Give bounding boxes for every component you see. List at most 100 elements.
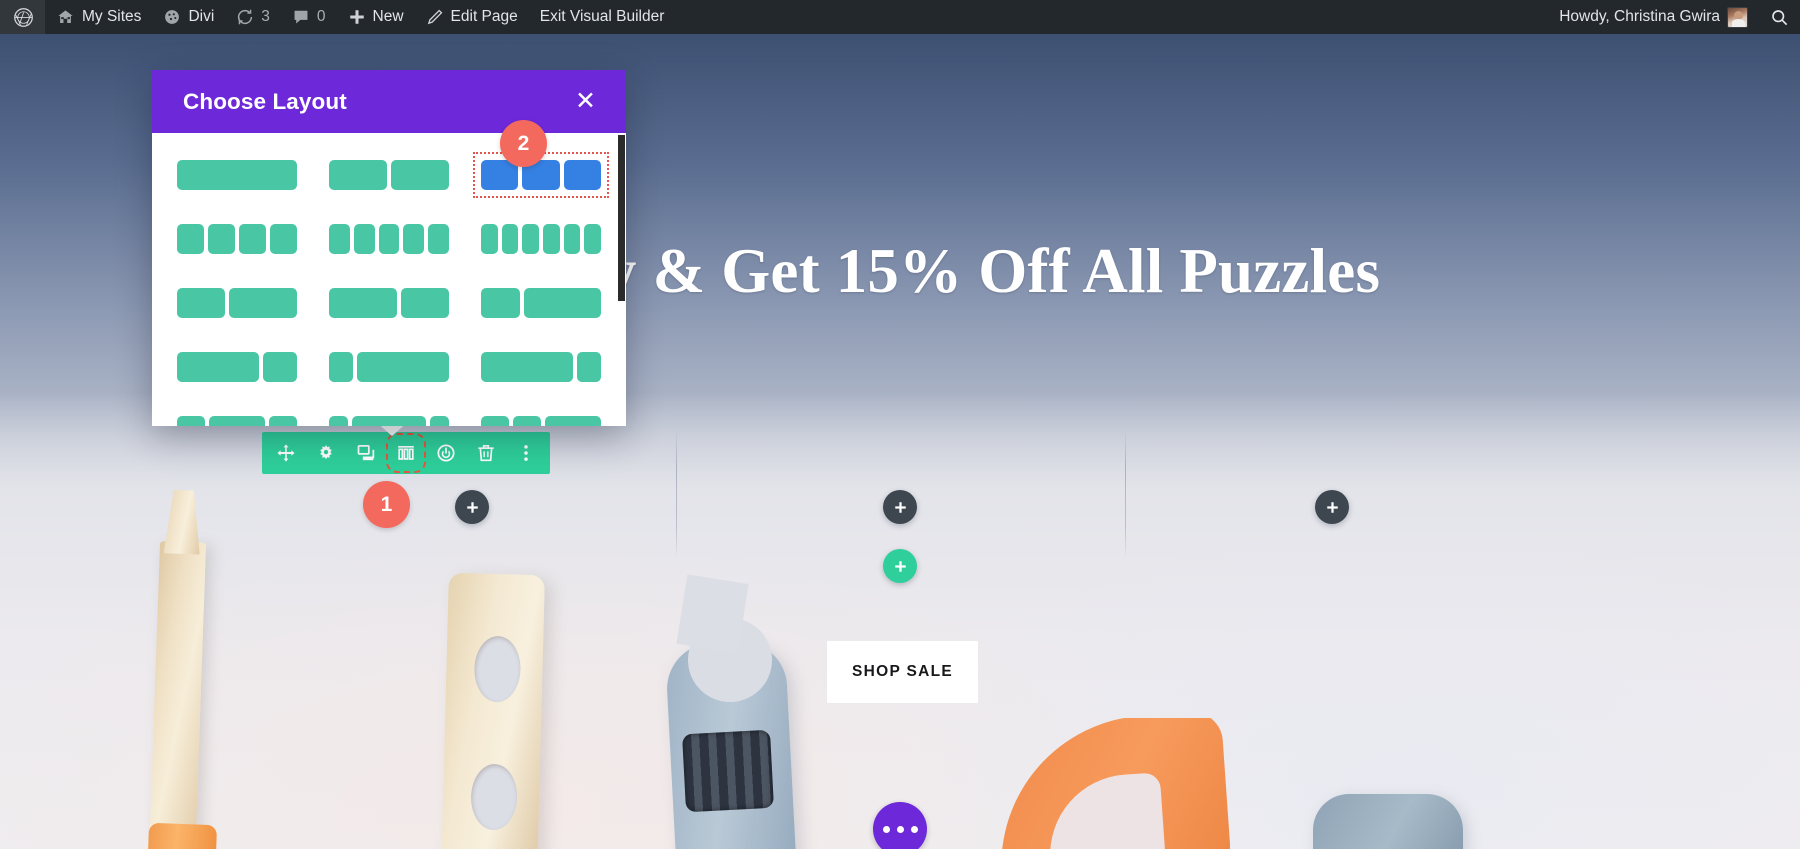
layout-cell — [269, 416, 297, 426]
layout-cell — [400, 288, 449, 318]
layout-option-6-col-equal[interactable] — [478, 221, 604, 257]
layout-cell — [177, 352, 260, 382]
layout-cell — [378, 224, 400, 254]
column-divider-rail — [676, 429, 677, 559]
more-options-icon[interactable] — [515, 442, 537, 464]
layout-option-2-col-4-1[interactable] — [478, 349, 604, 385]
photo-orange-tool — [1000, 718, 1230, 849]
adminbar-search-button[interactable] — [1759, 0, 1800, 34]
photo-plank-hole — [470, 763, 518, 831]
layout-cell — [329, 160, 387, 190]
layout-option-3-col-1-4-1[interactable] — [326, 413, 452, 426]
wordpress-logo-icon — [13, 7, 34, 28]
modal-header: Choose Layout ✕ — [152, 70, 626, 133]
photo-wooden-plank — [441, 572, 545, 849]
wordpress-logo-button[interactable] — [0, 0, 45, 34]
adminbar-label: My Sites — [82, 8, 142, 25]
layout-option-2-col-1-4[interactable] — [326, 349, 452, 385]
layout-cell — [177, 288, 226, 318]
adminbar-label: Divi — [188, 8, 215, 25]
layout-cell — [563, 224, 581, 254]
layout-option-2-col-2-1[interactable] — [326, 285, 452, 321]
plus-icon — [1325, 500, 1340, 515]
modal-scrollbar[interactable] — [617, 133, 626, 426]
layout-cell — [329, 416, 348, 426]
layout-cell — [208, 224, 235, 254]
layout-cell — [403, 224, 425, 254]
adminbar-item-exit-visual-builder[interactable]: Exit Visual Builder — [529, 0, 676, 34]
layout-option-3-col-1-1-2[interactable] — [478, 413, 604, 426]
add-module-button-left[interactable] — [455, 490, 489, 524]
layout-cell — [576, 352, 601, 382]
layout-option-2-col-equal[interactable] — [326, 157, 452, 193]
adminbar-item-comments[interactable]: 0 — [281, 0, 337, 34]
step-badge-2: 2 — [500, 120, 547, 167]
layout-cell — [209, 416, 265, 426]
layout-cell — [481, 224, 498, 254]
layout-cell — [584, 224, 602, 254]
avatar — [1727, 6, 1748, 28]
step-badge-1: 1 — [363, 481, 410, 528]
layout-option-2-col-3-1[interactable] — [174, 349, 300, 385]
layout-cell — [522, 224, 540, 254]
shop-sale-button[interactable]: SHOP SALE — [827, 641, 978, 703]
disable-power-icon[interactable] — [435, 442, 457, 464]
layout-cell — [177, 224, 204, 254]
adminbar-label: New — [372, 8, 404, 25]
photo-blue-wrench — [648, 612, 818, 849]
layout-option-3-col-equal[interactable] — [473, 152, 609, 198]
layout-cell — [351, 416, 427, 426]
adminbar-item-updates[interactable]: 3 — [225, 0, 281, 34]
layout-options-grid — [174, 152, 609, 426]
layout-option-1-col[interactable] — [174, 157, 300, 193]
settings-gear-icon[interactable] — [315, 442, 337, 464]
layout-cell — [428, 224, 449, 254]
row-settings-toolbar[interactable] — [262, 432, 550, 474]
adminbar-item-edit-page[interactable]: Edit Page — [415, 0, 529, 34]
layout-option-3-col-1-2-1[interactable] — [174, 413, 300, 426]
pencil-icon — [426, 8, 444, 26]
layout-cell — [177, 160, 297, 190]
comments-icon — [292, 8, 310, 26]
layout-cell — [563, 160, 601, 190]
updates-icon — [236, 8, 254, 26]
plus-icon — [465, 500, 480, 515]
choose-layout-modal: Choose Layout ✕ — [152, 70, 626, 426]
layout-cell — [513, 416, 541, 426]
trash-icon[interactable] — [475, 442, 497, 464]
photo-plank-hole — [473, 635, 522, 703]
sites-icon — [56, 8, 75, 27]
layout-cell — [239, 224, 266, 254]
add-module-button-center[interactable] — [883, 490, 917, 524]
comments-count: 0 — [316, 8, 326, 25]
duplicate-icon[interactable] — [355, 442, 377, 464]
adminbar-account-menu[interactable]: Howdy, Christina Gwira — [1548, 0, 1759, 34]
layout-cell — [329, 224, 350, 254]
layout-option-2-col-1-2[interactable] — [174, 285, 300, 321]
layout-option-4-col-equal[interactable] — [174, 221, 300, 257]
layout-cell — [543, 224, 560, 254]
adminbar-greeting: Howdy, Christina Gwira — [1559, 8, 1720, 25]
modal-scrollbar-thumb[interactable] — [618, 135, 625, 301]
close-icon[interactable]: ✕ — [569, 85, 602, 118]
adminbar-item-new[interactable]: New — [337, 0, 415, 34]
adminbar-item-my-sites[interactable]: My Sites — [45, 0, 152, 34]
layout-cell — [545, 416, 601, 426]
move-icon[interactable] — [275, 442, 297, 464]
columns-icon[interactable] — [386, 433, 426, 473]
layout-option-2-col-1-3[interactable] — [478, 285, 604, 321]
photo-grey-knob — [1313, 794, 1463, 849]
plus-icon — [893, 500, 908, 515]
layout-cell — [391, 160, 449, 190]
layout-cell — [270, 224, 297, 254]
adminbar-item-divi[interactable]: Divi — [152, 0, 225, 34]
layout-option-5-col-equal[interactable] — [326, 221, 452, 257]
modal-body — [152, 133, 626, 426]
wp-admin-bar: My Sites Divi 3 0 New Edit Page Exit Vis… — [0, 0, 1800, 34]
page-settings-button[interactable] — [873, 802, 927, 849]
add-module-button-right[interactable] — [1315, 490, 1349, 524]
layout-cell — [263, 352, 297, 382]
add-row-button[interactable] — [883, 549, 917, 583]
layout-cell — [329, 352, 354, 382]
layout-cell — [481, 288, 520, 318]
